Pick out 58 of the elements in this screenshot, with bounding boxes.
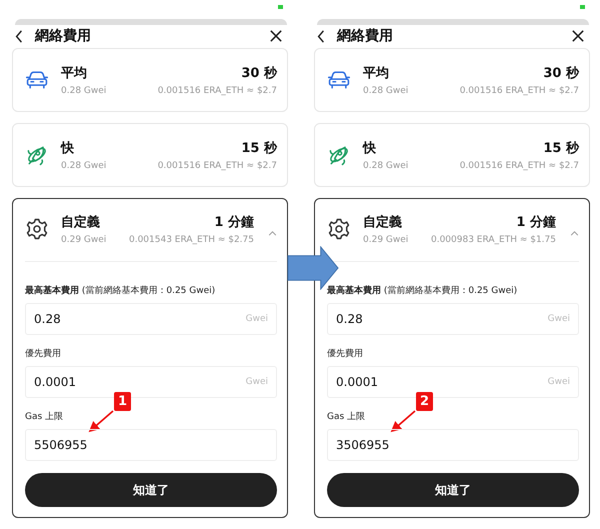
option-label: 快 — [363, 140, 376, 158]
option-cost: 0.001516 ERA_ETH ≈ $2.7 — [460, 161, 579, 172]
option-time: 15 秒 — [241, 140, 277, 158]
fee-option-card[interactable]: 平均 30 秒 0.28 Gwei 0.001516 ERA_ETH ≈ $2.7 — [314, 48, 590, 112]
option-gwei: 0.29 Gwei — [61, 235, 106, 246]
unit-label: Gwei — [548, 377, 570, 388]
field-label: Gas 上限 — [327, 410, 366, 424]
step-badge: 1 — [114, 392, 131, 412]
option-time: 15 秒 — [543, 140, 579, 158]
unit-label: Gwei — [246, 314, 268, 324]
field-label: 優先費用 — [327, 348, 363, 360]
screen-title: 網絡費用 — [337, 27, 394, 46]
field-label: 最高基本費用 (當前網絡基本費用：0.25 Gwei) — [327, 284, 518, 298]
option-label: 平均 — [363, 65, 389, 82]
option-gwei: 0.28 Gwei — [61, 86, 106, 96]
option-gwei: 0.28 Gwei — [61, 161, 106, 172]
input-field[interactable]: 3506955 — [327, 429, 579, 462]
option-cost: 0.000983 ERA_ETH ≈ $1.75 — [430, 235, 556, 246]
field-label: 最高基本費用 (當前網絡基本費用：0.25 Gwei) — [25, 284, 216, 298]
option-label: 快 — [61, 140, 74, 158]
option-time: 1 分鐘 — [516, 214, 556, 232]
settings-icon — [25, 217, 49, 242]
confirm-button[interactable]: 知道了 — [25, 473, 277, 508]
screen-title: 網絡費用 — [35, 27, 92, 46]
unit-label: Gwei — [246, 377, 268, 388]
input-field[interactable]: 5506955 — [25, 429, 277, 462]
chevron-up-icon[interactable] — [268, 230, 277, 236]
option-label: 自定義 — [61, 214, 100, 232]
fee-option-card[interactable]: 快 15 秒 0.28 Gwei 0.001516 ERA_ETH ≈ $2.7 — [12, 123, 288, 188]
field-label: 優先費用 — [25, 348, 61, 360]
back-icon[interactable] — [15, 30, 23, 43]
option-gwei: 0.28 Gwei — [363, 86, 408, 96]
fee-option-card[interactable]: 平均 30 秒 0.28 Gwei 0.001516 ERA_ETH ≈ $2.7 — [12, 48, 288, 112]
back-icon[interactable] — [317, 30, 325, 43]
option-cost: 0.001516 ERA_ETH ≈ $2.7 — [460, 86, 579, 96]
option-label: 自定義 — [363, 214, 402, 232]
option-label: 平均 — [61, 65, 87, 82]
option-gwei: 0.29 Gwei — [363, 235, 408, 246]
fee-option-card[interactable]: 自定義 1 分鐘 0.29 Gwei 0.000983 ERA_ETH ≈ $1.75 最高基本費用 (當前網絡基本費用：0.25 Gwei) 0.28 Gwei 優先費用 0.0001 Gwei Gas 上限 2 3506955 知道了 — [314, 198, 590, 518]
step-badge: 2 — [416, 392, 433, 412]
option-cost: 0.001543 ERA_ETH ≈ $2.75 — [128, 235, 254, 246]
confirm-button[interactable]: 知道了 — [327, 473, 579, 508]
option-time: 30 秒 — [543, 65, 579, 82]
chevron-up-icon[interactable] — [570, 230, 579, 236]
fee-option-card[interactable]: 自定義 1 分鐘 0.29 Gwei 0.001543 ERA_ETH ≈ $2.75 最高基本費用 (當前網絡基本費用：0.25 Gwei) 0.28 Gwei 優先費用 0.0001 Gwei Gas 上限 1 5506955 知道了 — [12, 198, 288, 518]
settings-icon — [327, 217, 351, 242]
input-field[interactable]: 0.28 Gwei — [327, 303, 579, 336]
field-label: Gas 上限 — [25, 410, 64, 424]
option-gwei: 0.28 Gwei — [363, 161, 408, 172]
close-icon[interactable] — [270, 30, 282, 42]
fee-option-card[interactable]: 快 15 秒 0.28 Gwei 0.001516 ERA_ETH ≈ $2.7 — [314, 123, 590, 188]
option-time: 30 秒 — [241, 65, 277, 82]
option-cost: 0.001516 ERA_ETH ≈ $2.7 — [158, 86, 277, 96]
option-time: 1 分鐘 — [214, 214, 254, 232]
option-cost: 0.001516 ERA_ETH ≈ $2.7 — [158, 161, 277, 172]
unit-label: Gwei — [548, 314, 570, 324]
close-icon[interactable] — [572, 30, 584, 42]
input-field[interactable]: 0.28 Gwei — [25, 303, 277, 336]
